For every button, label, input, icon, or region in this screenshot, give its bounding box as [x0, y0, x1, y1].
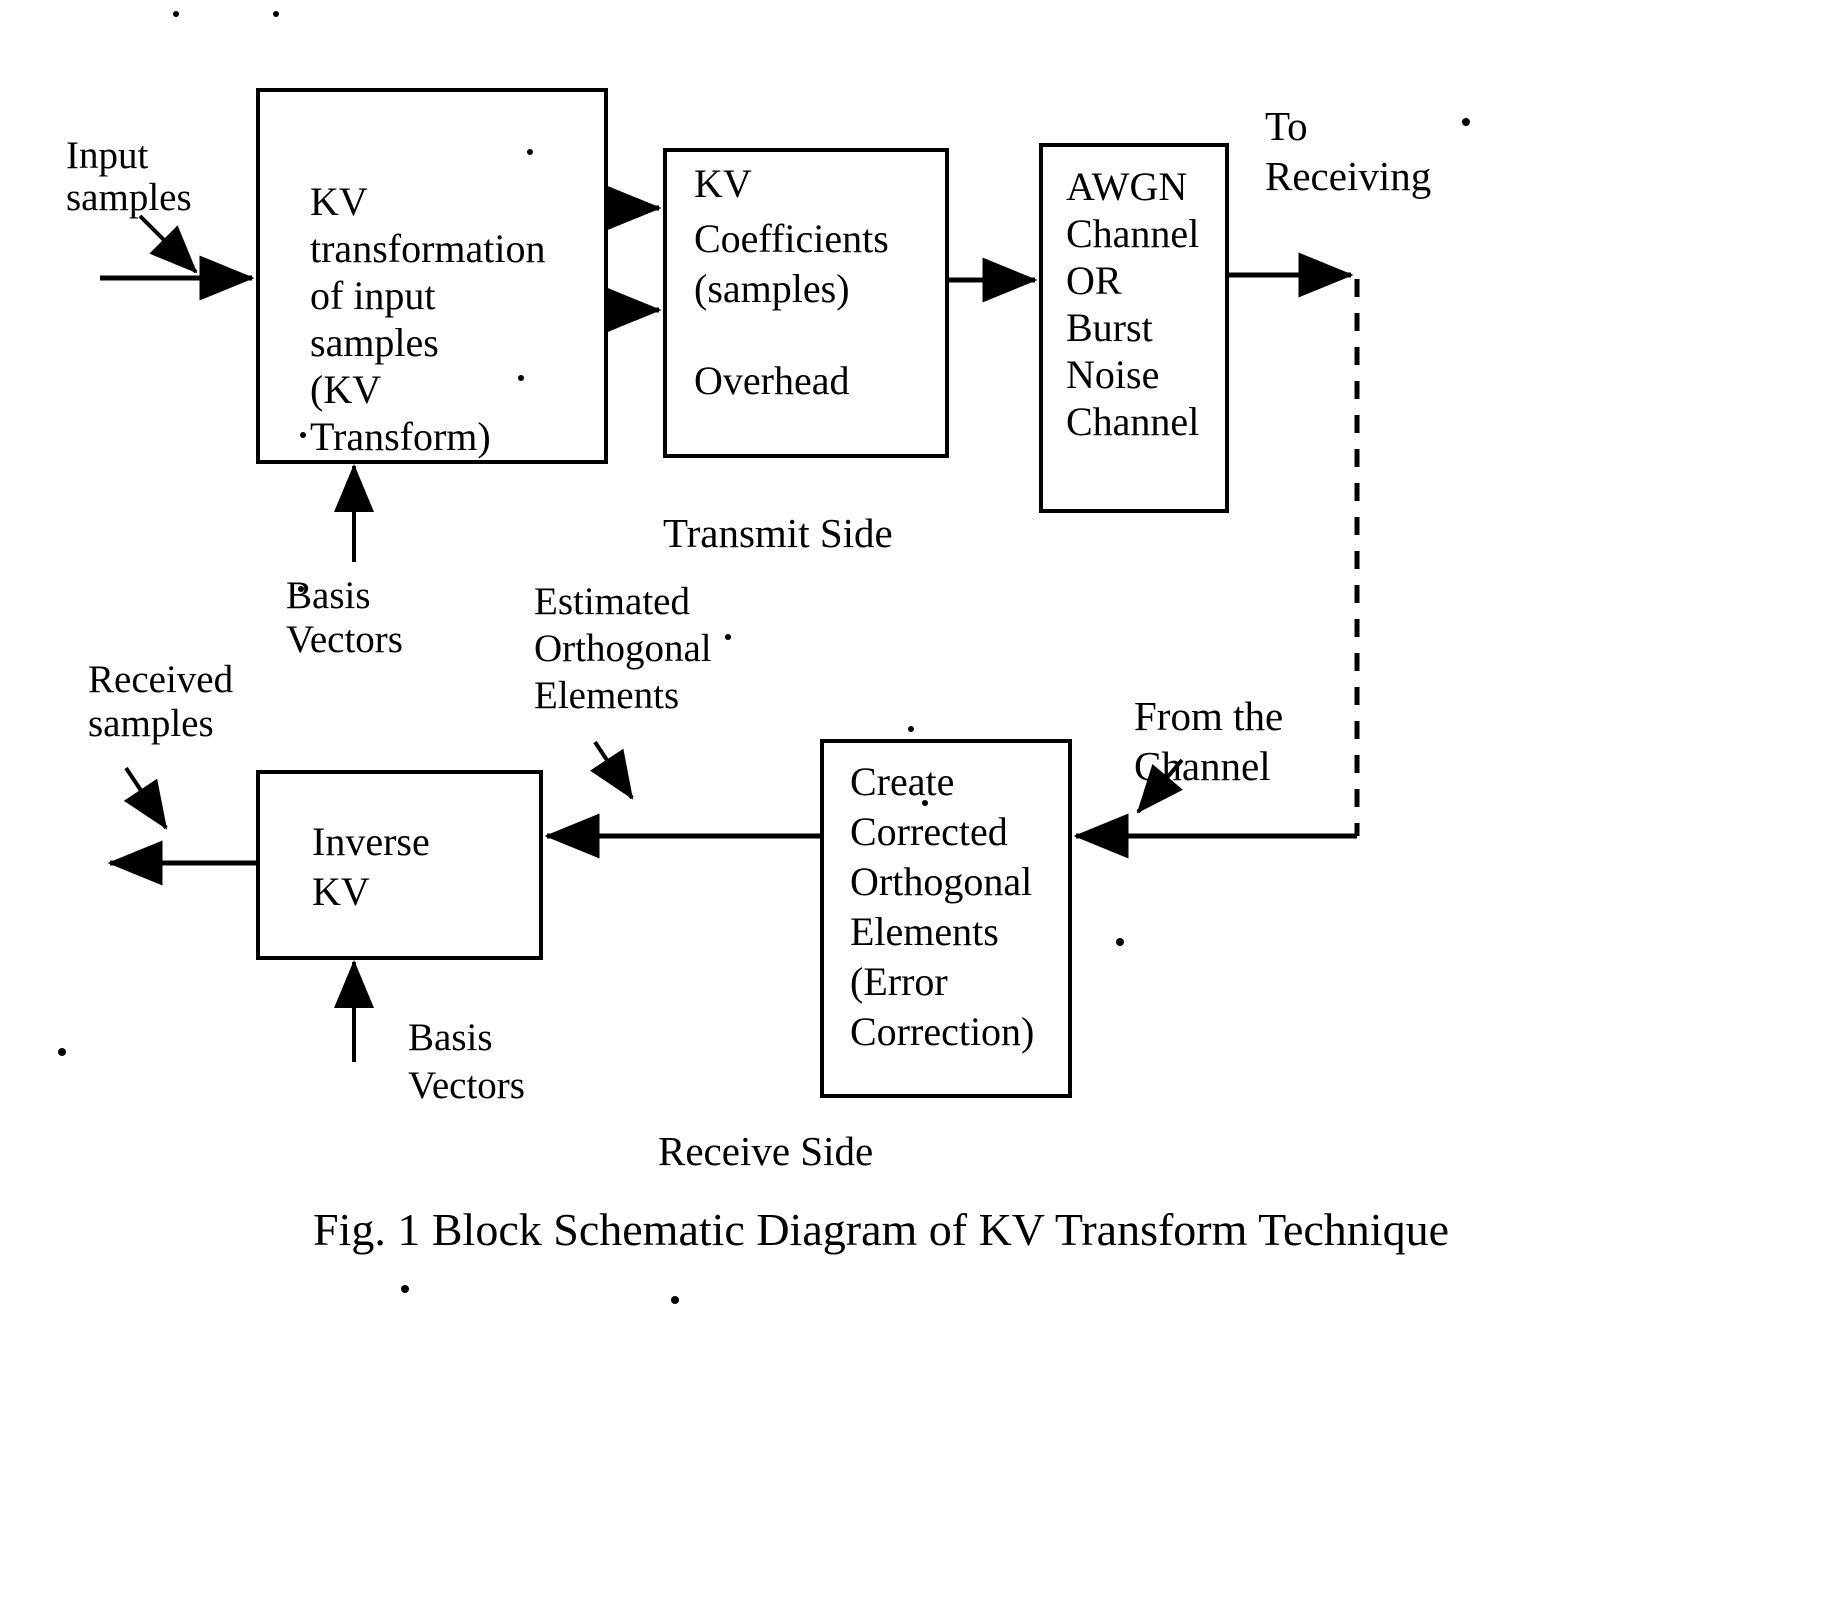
received-samples-label-line-1: samples — [88, 702, 214, 745]
estimated-orthogonal-label-line-2: Elements — [534, 674, 679, 717]
scan-speck — [518, 375, 524, 381]
scan-speck — [725, 634, 731, 640]
scan-speck — [527, 149, 533, 155]
block-channel-line-2: OR — [1066, 258, 1122, 303]
block-create-corrected-line-2: Orthogonal — [850, 859, 1032, 904]
scan-speck — [908, 726, 914, 732]
block-channel-line-1: Channel — [1066, 211, 1199, 256]
from-the-channel-label-line-1: Channel — [1134, 743, 1271, 789]
block-kv-transform-line-2: of input — [310, 273, 436, 318]
block-inverse-kv-line-0: Inverse — [312, 819, 430, 864]
basis-vectors-tx-label-line-1: Vectors — [286, 618, 403, 661]
basis-vectors-rx-label-line-1: Vectors — [408, 1064, 525, 1107]
block-kv-coefficients-line-1: Coefficients — [694, 216, 889, 261]
scan-speck — [401, 1285, 409, 1293]
figure-page: KV transformation of input samples (KV T… — [0, 0, 1826, 1608]
block-create-corrected-line-1: Corrected — [850, 809, 1008, 854]
scan-speck — [1462, 118, 1470, 126]
estimated-orthogonal-label-line-0: Estimated — [534, 580, 690, 623]
scan-speck — [298, 586, 304, 592]
received-samples-pointer-arrow — [123, 766, 168, 830]
block-channel-line-5: Channel — [1066, 399, 1199, 444]
scan-speck — [273, 11, 279, 17]
block-kv-coefficients-line-4: Overhead — [694, 358, 849, 403]
block-kv-transform-line-3: samples — [310, 320, 439, 365]
basis-vectors-rx-label-line-0: Basis — [408, 1016, 493, 1059]
input-samples-label-line-0: Input — [66, 134, 148, 177]
block-kv-coefficients-line-0: KV — [694, 161, 752, 206]
block-create-corrected-line-3: Elements — [850, 909, 999, 954]
block-kv-transform-line-0: KV — [310, 179, 368, 224]
to-receiving-label-line-0: To — [1265, 103, 1308, 149]
block-kv-transform-line-4: (KV — [310, 367, 381, 412]
received-samples-label-line-0: Received — [88, 658, 234, 701]
estimated-orthogonal-pointer-arrow — [589, 740, 634, 800]
to-receiving-label-line-1: Receiving — [1265, 153, 1431, 199]
block-create-corrected-line-5: Correction) — [850, 1009, 1034, 1054]
receive-side-label: Receive Side — [658, 1128, 873, 1174]
block-kv-coefficients-line-2: (samples) — [694, 266, 850, 311]
block-diagram: KV transformation of input samples (KV T… — [58, 11, 1470, 1304]
block-channel-line-3: Burst — [1066, 305, 1153, 350]
block-inverse-kv-line-1: KV — [312, 869, 370, 914]
block-inverse-kv — [256, 770, 543, 960]
block-kv-transform-line-1: transformation — [310, 226, 546, 271]
from-the-channel-label-line-0: From the — [1134, 693, 1283, 739]
estimated-orthogonal-label-line-1: Orthogonal — [534, 627, 712, 670]
block-channel-line-4: Noise — [1066, 352, 1159, 397]
input-samples-label-line-1: samples — [66, 176, 192, 219]
scan-speck — [58, 1048, 66, 1056]
scan-speck — [671, 1296, 679, 1304]
scan-speck — [1116, 938, 1124, 946]
scan-speck — [300, 432, 306, 438]
block-channel-line-0: AWGN — [1066, 164, 1187, 209]
transmit-side-label: Transmit Side — [663, 510, 893, 556]
block-create-corrected-line-4: (Error — [850, 959, 948, 1004]
input-samples-pointer-arrow — [138, 214, 198, 274]
basis-vectors-tx-label-line-0: Basis — [286, 574, 371, 617]
block-create-corrected-line-0: Create — [850, 759, 954, 804]
scan-speck — [173, 11, 179, 17]
figure-caption: Fig. 1 Block Schematic Diagram of KV Tra… — [313, 1204, 1449, 1255]
scan-speck — [922, 800, 928, 806]
block-kv-transform-line-5: Transform) — [310, 414, 491, 459]
